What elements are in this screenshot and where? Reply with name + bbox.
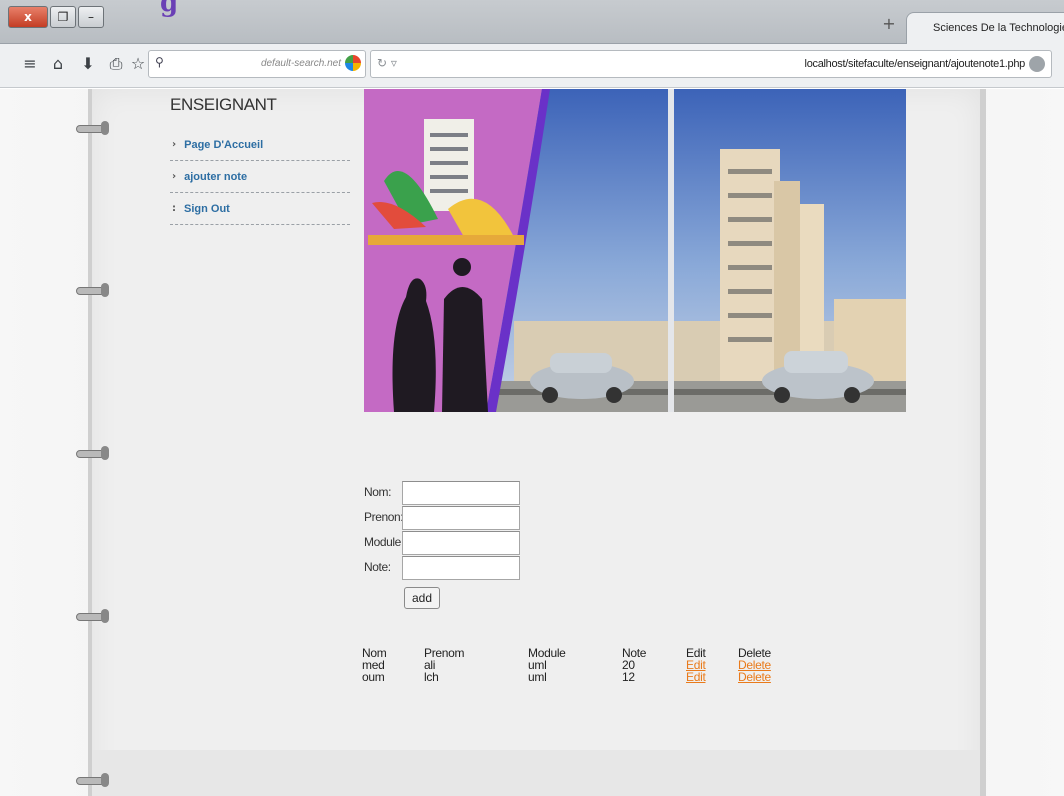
notes-table: Nom Prenom Module Note Edit Delete med a…: [362, 647, 798, 683]
restore-window-button[interactable]: ❐: [50, 6, 76, 28]
bullet-icon: ›: [172, 171, 177, 182]
search-engine-icon[interactable]: [345, 55, 361, 71]
sidebar-item-label[interactable]: Page D'Accueil: [184, 139, 263, 151]
url-text[interactable]: localhost/sitefaculte/enseignant/ajouten…: [805, 58, 1026, 70]
address-bar[interactable]: ↻ ▿ localhost/sitefaculte/enseignant/ajo…: [370, 50, 1052, 78]
sidebar-item-add-note[interactable]: › ajouter note: [170, 161, 350, 193]
bullet-icon: ›: [172, 139, 177, 150]
header-banner: [364, 89, 906, 412]
table-row: oum lch uml 12 Edit Delete: [362, 671, 798, 683]
binder-ring-icon: [76, 121, 109, 135]
cell-prenom: ali: [424, 658, 436, 672]
binder-ring-icon: [76, 609, 109, 623]
new-tab-button[interactable]: +: [878, 14, 900, 36]
extension-icon[interactable]: [1029, 56, 1045, 72]
window-controls: x ❐ –: [8, 6, 104, 28]
column-header: Prenom: [424, 646, 465, 660]
browser-titlebar: x ❐ – g + Sciences De la Technologie: [0, 0, 1064, 44]
browser-navbar: ≡ ⌂ ⬇ ⎙ ☆ ⚲ default-search.net ↻ ▿ local…: [0, 44, 1064, 88]
module-label: Module:: [364, 535, 404, 549]
paper-footer: [92, 750, 980, 796]
bullet-icon: :: [172, 203, 176, 214]
share-icon[interactable]: ⎙: [104, 52, 128, 76]
search-box[interactable]: ⚲ default-search.net: [148, 50, 366, 78]
module-input[interactable]: [402, 531, 520, 555]
search-engine-label: default-search.net: [260, 58, 341, 69]
cell-nom: oum: [362, 670, 385, 684]
cell-delete: Delete: [738, 671, 798, 683]
cell-module: uml: [528, 670, 547, 684]
sidebar-item-home[interactable]: › Page D'Accueil: [170, 129, 350, 161]
nom-label: Nom:: [364, 485, 392, 499]
home-icon[interactable]: ⌂: [46, 52, 70, 76]
bookmark-star-icon[interactable]: ☆: [126, 52, 150, 76]
sidebar-title: ENSEIGNANT: [170, 95, 277, 114]
binder-ring-icon: [76, 283, 109, 297]
edit-link[interactable]: Edit: [686, 670, 706, 684]
binder-ring-icon: [76, 446, 109, 460]
note-input[interactable]: [402, 556, 520, 580]
cell-edit: Edit: [686, 671, 738, 683]
title-fragment: g: [160, 0, 179, 18]
sidebar-item-label[interactable]: Sign Out: [184, 203, 230, 215]
delete-link[interactable]: Delete: [738, 670, 771, 684]
menu-icon[interactable]: ≡: [18, 52, 42, 76]
nom-input[interactable]: [402, 481, 520, 505]
download-icon[interactable]: ⬇: [76, 52, 100, 76]
cell-note: 12: [622, 670, 635, 684]
search-icon: ⚲: [155, 55, 164, 69]
faculty-banner-image: [364, 89, 906, 412]
cell-prenom: lch: [424, 670, 439, 684]
minimize-window-button[interactable]: –: [78, 6, 104, 28]
page-viewport: ENSEIGNANT › Page D'Accueil › ajouter no…: [0, 89, 1064, 796]
prenom-label: Prenon:: [364, 510, 404, 524]
binder-ring-icon: [76, 773, 109, 787]
reload-icon[interactable]: ↻ ▿: [377, 56, 397, 70]
sidebar-item-sign-out[interactable]: : Sign Out: [170, 193, 350, 225]
prenom-input[interactable]: [402, 506, 520, 530]
tab-active[interactable]: Sciences De la Technologie: [906, 12, 1064, 44]
close-window-button[interactable]: x: [8, 6, 48, 28]
sidebar: ENSEIGNANT › Page D'Accueil › ajouter no…: [170, 95, 350, 225]
note-label: Note:: [364, 560, 391, 574]
sidebar-item-label[interactable]: ajouter note: [184, 171, 247, 183]
add-button[interactable]: add: [404, 587, 440, 609]
